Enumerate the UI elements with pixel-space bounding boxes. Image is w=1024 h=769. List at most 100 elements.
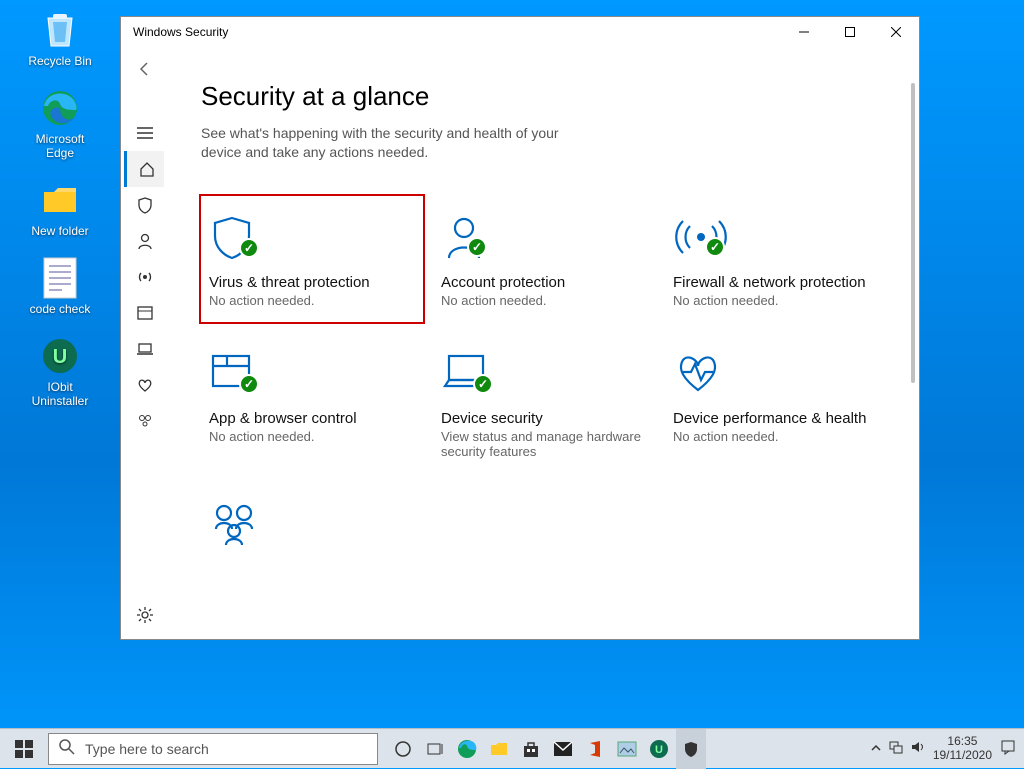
folder-icon <box>38 178 82 222</box>
tile-status: No action needed. <box>673 429 879 444</box>
tile-firewall[interactable]: ✓ Firewall & network protection No actio… <box>665 196 887 322</box>
desktop-icon-label: Recycle Bin <box>22 54 98 68</box>
speaker-icon <box>911 740 925 754</box>
start-button[interactable] <box>0 729 48 769</box>
sidebar-family[interactable] <box>125 403 165 439</box>
desktop-icon-label: code check <box>22 302 98 316</box>
circle-icon <box>394 740 412 758</box>
taskbar-security[interactable] <box>676 729 706 769</box>
close-button[interactable] <box>873 17 919 47</box>
taskbar-app[interactable] <box>612 729 642 769</box>
edge-icon <box>38 86 82 130</box>
page-title: Security at a glance <box>201 81 887 112</box>
person-icon <box>136 232 154 250</box>
tile-title: App & browser control <box>209 410 415 427</box>
tile-family-options[interactable] <box>201 483 423 575</box>
family-icon <box>209 497 415 547</box>
search-input[interactable]: Type here to search <box>48 733 378 765</box>
maximize-button[interactable] <box>827 17 873 47</box>
iobit-icon: U <box>38 334 82 378</box>
taskbar-mail[interactable] <box>548 729 578 769</box>
taskbar-clock[interactable]: 16:35 19/11/2020 <box>933 735 992 761</box>
desktop-icon-label: New folder <box>22 224 98 238</box>
search-icon <box>59 739 75 758</box>
tray-network[interactable] <box>889 740 903 757</box>
tray-notifications[interactable] <box>1000 739 1016 758</box>
person-icon: ✓ <box>441 210 647 260</box>
shield-icon: ✓ <box>209 210 415 260</box>
windows-icon <box>15 740 33 758</box>
content-area: Security at a glance See what's happenin… <box>169 47 919 639</box>
svg-text:U: U <box>655 744 663 756</box>
check-badge-icon: ✓ <box>705 237 725 257</box>
desktop-icon-recycle-bin[interactable]: Recycle Bin <box>22 8 98 68</box>
tile-status: No action needed. <box>441 293 647 308</box>
sidebar-virus[interactable] <box>125 187 165 223</box>
minimize-button[interactable] <box>781 17 827 47</box>
tile-virus-threat[interactable]: ✓ Virus & threat protection No action ne… <box>201 196 423 322</box>
check-badge-icon: ✓ <box>239 238 259 258</box>
sidebar-account[interactable] <box>125 223 165 259</box>
clock-time: 16:35 <box>933 735 992 748</box>
page-subtitle: See what's happening with the security a… <box>201 124 581 162</box>
taskbar-cortana[interactable] <box>388 729 418 769</box>
antenna-icon <box>136 268 154 286</box>
shield-icon <box>136 196 154 214</box>
desktop-icon-code-check[interactable]: code check <box>22 256 98 316</box>
textfile-icon <box>38 256 82 300</box>
notification-icon <box>1000 739 1016 755</box>
tile-title: Virus & threat protection <box>209 274 415 291</box>
titlebar[interactable]: Windows Security <box>121 17 919 47</box>
network-icon <box>889 740 903 754</box>
taskbar-iobit[interactable]: U <box>644 729 674 769</box>
taskbar-taskview[interactable] <box>420 729 450 769</box>
edge-icon <box>456 738 478 760</box>
tile-device-performance[interactable]: Device performance & health No action ne… <box>665 332 887 473</box>
office-icon <box>586 740 604 758</box>
scrollbar[interactable] <box>911 83 917 639</box>
sidebar-device-performance[interactable] <box>125 367 165 403</box>
window-icon <box>136 304 154 322</box>
tile-device-security[interactable]: ✓ Device security View status and manage… <box>433 332 655 473</box>
tiles-grid: ✓ Virus & threat protection No action ne… <box>201 196 887 575</box>
taskbar-edge[interactable] <box>452 729 482 769</box>
gear-icon <box>136 606 154 624</box>
tray-volume[interactable] <box>911 740 925 757</box>
taskbar: Type here to search U 16:35 19/11/2020 <box>0 728 1024 768</box>
picture-icon <box>617 741 637 757</box>
tile-status: No action needed. <box>209 293 415 308</box>
taskview-icon <box>426 740 444 758</box>
heart-icon <box>673 346 879 396</box>
sidebar-device-security[interactable] <box>125 331 165 367</box>
taskbar-store[interactable] <box>516 729 546 769</box>
taskbar-office[interactable] <box>580 729 610 769</box>
taskbar-explorer[interactable] <box>484 729 514 769</box>
desktop-icon-new-folder[interactable]: New folder <box>22 178 98 238</box>
home-icon <box>138 160 156 178</box>
tile-account-protection[interactable]: ✓ Account protection No action needed. <box>433 196 655 322</box>
tile-app-browser[interactable]: ✓ App & browser control No action needed… <box>201 332 423 473</box>
store-icon <box>522 740 540 758</box>
tile-status: No action needed. <box>209 429 415 444</box>
system-tray: 16:35 19/11/2020 <box>871 735 1024 761</box>
laptop-icon: ✓ <box>441 346 647 396</box>
desktop-icon-ms-edge[interactable]: Microsoft Edge <box>22 86 98 160</box>
back-button[interactable] <box>125 51 165 87</box>
sidebar-home[interactable] <box>124 151 164 187</box>
sidebar-app-browser[interactable] <box>125 295 165 331</box>
tile-title: Device security <box>441 410 647 427</box>
mail-icon <box>553 741 573 757</box>
check-badge-icon: ✓ <box>467 237 487 257</box>
tray-overflow[interactable] <box>871 742 881 756</box>
heart-icon <box>136 376 154 394</box>
tile-title: Device performance & health <box>673 410 879 427</box>
sidebar-firewall[interactable] <box>125 259 165 295</box>
desktop-icon-iobit[interactable]: U IObit Uninstaller <box>22 334 98 408</box>
iobit-icon: U <box>649 739 669 759</box>
window-icon: ✓ <box>209 346 415 396</box>
menu-button[interactable] <box>125 115 165 151</box>
folder-icon <box>489 739 509 759</box>
desktop-icon-label: IObit Uninstaller <box>22 380 98 408</box>
sidebar-settings[interactable] <box>125 597 165 633</box>
recycle-bin-icon <box>38 8 82 52</box>
